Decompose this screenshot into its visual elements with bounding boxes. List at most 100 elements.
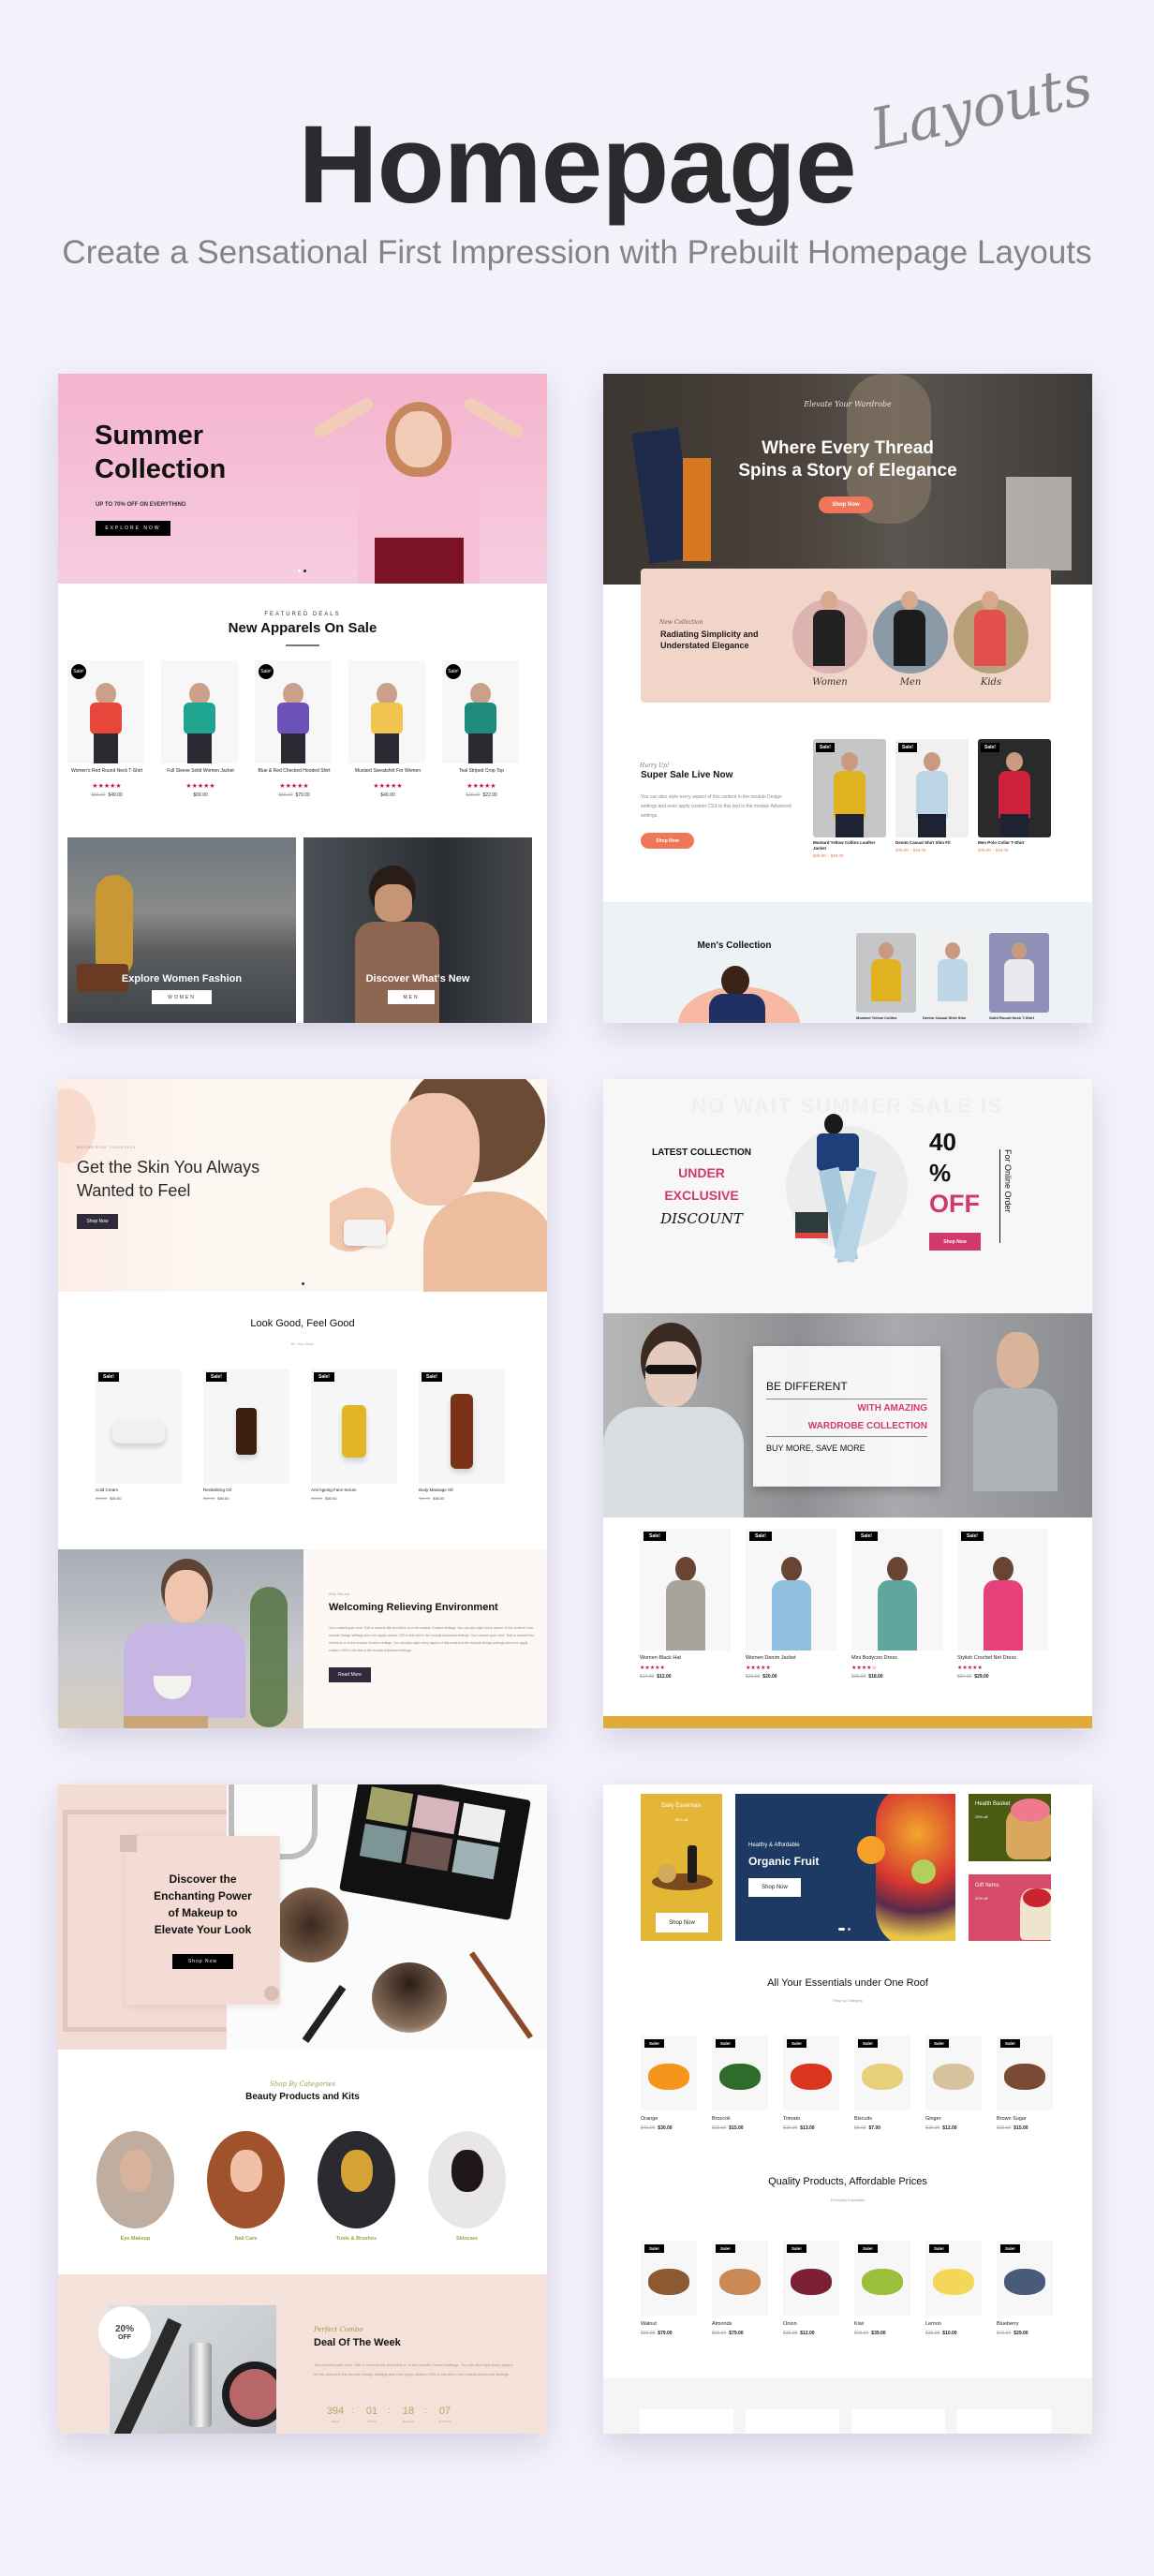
product-card[interactable]: Sale! Denim Casual Shirt Slim Fit $39.00 –… <box>895 739 970 861</box>
daily-shop-now-button[interactable]: Shop Now <box>656 1913 708 1932</box>
product-card[interactable]: Sale! Body Massage Oil $40.00 $30.00 <box>419 1369 508 1510</box>
shop-now-button[interactable]: Shop Now <box>819 496 873 513</box>
product-name[interactable]: Brown Sugar <box>997 2116 1027 2122</box>
promo-gift-items[interactable]: Gift Items 20% off <box>969 1874 1051 1941</box>
product-card[interactable]: Sale! Ginger $15.00 $12.00 <box>925 2036 991 2134</box>
category-kids[interactable]: Kids <box>954 584 1028 696</box>
product-name[interactable]: Biscuits <box>854 2116 872 2122</box>
product-image[interactable] <box>161 660 238 763</box>
category-image[interactable] <box>318 2131 395 2228</box>
product-card[interactable]: Sale! Revitalizing Oil $40.00 $30.00 <box>203 1369 292 1510</box>
product-card[interactable]: Sale! Lemon $15.00 $10.00 <box>925 2241 991 2339</box>
promo-organic-fruit[interactable]: Healthy & Affordable Organic Fruit Shop … <box>735 1794 955 1941</box>
category-men[interactable]: Men <box>873 584 948 696</box>
promo-daily-essentials[interactable]: Daily Essentials 50% off Shop Now <box>641 1794 722 1941</box>
product-card[interactable]: Solid Round Neck T-Shirt <box>989 933 1051 1023</box>
product-image[interactable] <box>348 660 425 763</box>
slider-dot-active[interactable] <box>838 1928 845 1931</box>
product-card[interactable]: Sale! Onion $15.00 $12.00 <box>783 2241 849 2339</box>
product-image[interactable] <box>851 1529 942 1651</box>
product-name[interactable]: Mustard Sweatshirt For Women <box>345 768 431 775</box>
product-name[interactable]: Denim Casual Shirt Slim <box>923 1015 988 1020</box>
category-item[interactable]: Nail Care <box>206 2131 286 2248</box>
product-image[interactable] <box>203 1369 289 1484</box>
product-name[interactable]: Body Massage Oil <box>419 1488 453 1492</box>
read-more-button[interactable]: Read More <box>329 1667 371 1682</box>
product-name[interactable]: Anti Ageing Face Serum <box>311 1488 357 1492</box>
product-name[interactable]: Mini Bodycon Dress <box>851 1655 897 1661</box>
product-image[interactable] <box>746 1529 836 1651</box>
product-card[interactable]: Mustard Sweatshirt For Women ★★★★★ $49.00 <box>345 660 431 829</box>
product-name[interactable]: Cold Cream <box>96 1488 118 1492</box>
product-card[interactable]: Sale! Anti Ageing Face Serum $40.00 $30.00 <box>311 1369 400 1510</box>
category-image[interactable] <box>96 2131 174 2228</box>
product-card[interactable]: Denim Casual Shirt Slim <box>923 933 984 1023</box>
layout-preview-fashion[interactable]: Summer Collection UP TO 70% OFF ON EVERY… <box>58 374 547 1023</box>
product-name[interactable]: Ginger <box>925 2116 941 2122</box>
product-card[interactable]: Sale! Mini Bodycon Dress ★★★★☆ $25.00 $18.00 <box>851 1529 945 1688</box>
product-image[interactable] <box>311 1369 397 1484</box>
product-card[interactable]: Sale! Women Black Hat ★★★★★ $17.00 $12.00 <box>640 1529 733 1688</box>
product-name[interactable]: Almonds <box>712 2321 732 2327</box>
product-card[interactable]: Sale! Tomato $15.00 $13.00 <box>783 2036 849 2134</box>
product-name[interactable]: Full Sleeve Solid Women Jacket <box>157 768 244 775</box>
product-name[interactable]: Teal Striped Crop Top <box>438 768 525 775</box>
product-name[interactable]: Kiwi <box>854 2321 864 2327</box>
product-name[interactable]: Women's Red Round Neck T-Shirt <box>64 768 150 775</box>
category-image[interactable] <box>428 2131 506 2228</box>
product-card[interactable]: Sale! Brown Sugar $19.00 $15.00 <box>997 2036 1062 2134</box>
layout-preview-makeup[interactable]: Discover the Enchanting Power of Makeup … <box>58 1784 547 2434</box>
shop-now-button[interactable]: Shop Now <box>929 1233 981 1251</box>
product-image[interactable] <box>989 933 1049 1013</box>
product-name[interactable]: Blueberry <box>997 2321 1019 2327</box>
product-image[interactable] <box>640 1529 731 1651</box>
product-card[interactable]: Sale! Kiwi $49.00 $39.00 <box>854 2241 920 2339</box>
category-item[interactable]: Tools & Brushes <box>317 2131 396 2248</box>
product-card[interactable]: Sale! Almonds $99.00 $79.00 <box>712 2241 777 2339</box>
product-image[interactable] <box>957 1529 1048 1651</box>
product-name[interactable]: Orange <box>641 2116 658 2122</box>
product-image[interactable] <box>923 933 983 1013</box>
product-image[interactable] <box>978 739 1051 837</box>
slider-dot-active[interactable] <box>302 1282 304 1285</box>
slider-dot-active[interactable] <box>303 570 306 572</box>
sale-shop-now-button[interactable]: Shop Now <box>641 833 694 849</box>
product-image[interactable] <box>96 1369 182 1484</box>
product-card[interactable]: Sale! Women's Red Round Neck T-Shirt ★★★★★… <box>64 660 150 829</box>
women-button[interactable]: WOMEN <box>152 990 212 1004</box>
shop-now-button[interactable]: Shop Now <box>77 1214 118 1229</box>
product-card[interactable]: Sale! Mustard Yellow Collins Leather Jack… <box>813 739 888 861</box>
product-name[interactable]: Lemon <box>925 2321 941 2327</box>
product-card[interactable]: Sale! Biscuits $9.00 $7.00 <box>854 2036 920 2134</box>
product-card[interactable]: Sale! Blueberry $40.00 $29.00 <box>997 2241 1062 2339</box>
product-card[interactable]: Sale! Stylish Crochet Net Dress ★★★★★ $34.0… <box>957 1529 1051 1688</box>
category-image[interactable] <box>207 2131 285 2228</box>
product-image[interactable] <box>419 1369 505 1484</box>
product-name[interactable]: Denim Casual Shirt Slim Fit <box>895 840 969 846</box>
product-name[interactable]: Women Denim Jacket <box>746 1655 796 1661</box>
product-card[interactable]: Sale! Blue & Red Checked Hooded Shirt ★★★★… <box>251 660 337 829</box>
layout-preview-sale[interactable]: NO WAIT SUMMER SALE IS LATEST COLLECTION… <box>603 1079 1092 1728</box>
category-item[interactable]: Skincare <box>427 2131 507 2248</box>
women-fashion-banner[interactable]: Explore Women Fashion WOMEN <box>67 837 296 1023</box>
product-name[interactable]: Mustard Yellow Collins <box>856 1015 922 1020</box>
men-fashion-banner[interactable]: Discover What's New MEN <box>303 837 532 1023</box>
product-card[interactable]: Sale! Cold Cream $40.00 $30.00 <box>96 1369 185 1510</box>
product-name[interactable]: Mustard Yellow Collins Leather Jacket <box>813 840 886 851</box>
product-name[interactable]: Broccoli <box>712 2116 731 2122</box>
layout-preview-elegance[interactable]: Elevate Your Wardrobe Where Every Thread… <box>603 374 1092 1023</box>
product-card[interactable]: Sale! Walnut $99.00 $79.00 <box>641 2241 706 2339</box>
product-card[interactable]: Sale! Women Denim Jacket ★★★★★ $29.00 $20.00 <box>746 1529 839 1688</box>
slider-dot[interactable] <box>298 570 301 572</box>
product-image[interactable] <box>813 739 886 837</box>
promo-health-basket[interactable]: Health Basket 25% off <box>969 1794 1051 1861</box>
product-name[interactable]: Onion <box>783 2321 797 2327</box>
product-name[interactable]: Revitalizing Oil <box>203 1488 231 1492</box>
category-item[interactable]: Eye Makeup <box>96 2131 175 2248</box>
layout-preview-skincare[interactable]: MESMERIZE YOURSELF Get the Skin You Alwa… <box>58 1079 547 1728</box>
product-name[interactable]: Blue & Red Checked Hooded Shirt <box>251 768 337 775</box>
product-name[interactable]: Stylish Crochet Net Dress <box>957 1655 1016 1661</box>
layout-preview-grocery[interactable]: Daily Essentials 50% off Shop Now Health… <box>603 1784 1092 2434</box>
product-name[interactable]: Men Polo Collar T-Shirt <box>978 840 1051 846</box>
product-name[interactable]: Walnut <box>641 2321 657 2327</box>
